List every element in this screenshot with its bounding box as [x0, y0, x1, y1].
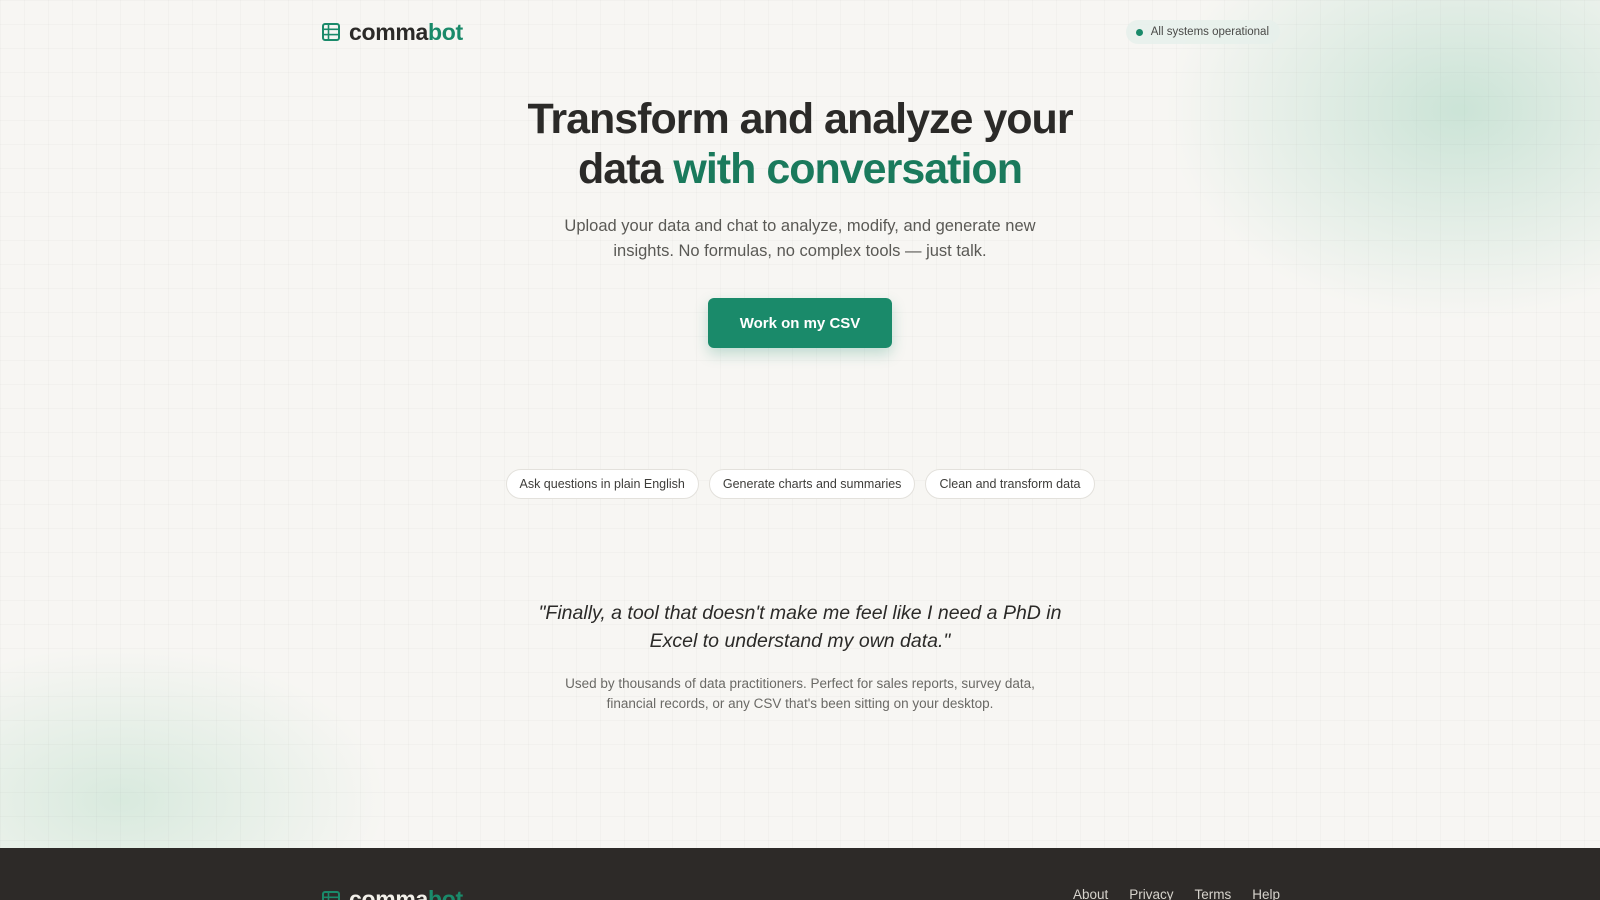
status-badge: All systems operational [1125, 20, 1280, 44]
work-on-csv-button[interactable]: Work on my CSV [708, 298, 892, 348]
footer-logo-text: commabot [349, 886, 463, 900]
footer-logo[interactable]: commabot [322, 886, 463, 900]
feature-pill-generate-charts: Generate charts and summaries [708, 469, 916, 499]
footer-nav: About Privacy Terms Help [1073, 887, 1280, 900]
hero-subtitle: Upload your data and chat to analyze, mo… [564, 217, 1036, 260]
testimonial-subtext: Used by thousands of data practitioners.… [565, 676, 1035, 711]
footer-link-privacy[interactable]: Privacy [1129, 887, 1173, 900]
feature-pill-ask-questions: Ask questions in plain English [505, 469, 699, 499]
logo-text-accent: bot [428, 18, 463, 45]
footer-logo-text-primary: comma [349, 886, 429, 900]
footer: commabot About Privacy Terms Help [0, 848, 1600, 900]
hero-title-line1: Transform and analyze your [527, 95, 1073, 143]
hero-title-line2-plain: data [578, 145, 674, 193]
spreadsheet-icon [322, 890, 340, 900]
status-label: All systems operational [1150, 26, 1269, 38]
footer-link-about[interactable]: About [1073, 887, 1108, 900]
feature-pills: Ask questions in plain English Generate … [0, 469, 1600, 499]
status-dot-icon [1135, 28, 1143, 36]
footer-logo-text-accent: bot [428, 886, 463, 900]
logo-text-primary: comma [349, 18, 429, 45]
logo[interactable]: commabot [322, 19, 463, 46]
logo-text: commabot [349, 19, 463, 46]
feature-pill-clean-data: Clean and transform data [925, 469, 1095, 499]
footer-link-help[interactable]: Help [1252, 887, 1280, 900]
hero-title-line2-accent: with conversation [673, 145, 1023, 193]
hero-title: Transform and analyze your data with con… [0, 94, 1600, 194]
top-header: commabot All systems operational [322, 14, 1280, 50]
testimonial-quote: "Finally, a tool that doesn't make me fe… [538, 602, 1062, 652]
spreadsheet-icon [322, 23, 340, 41]
footer-link-terms[interactable]: Terms [1194, 887, 1231, 900]
